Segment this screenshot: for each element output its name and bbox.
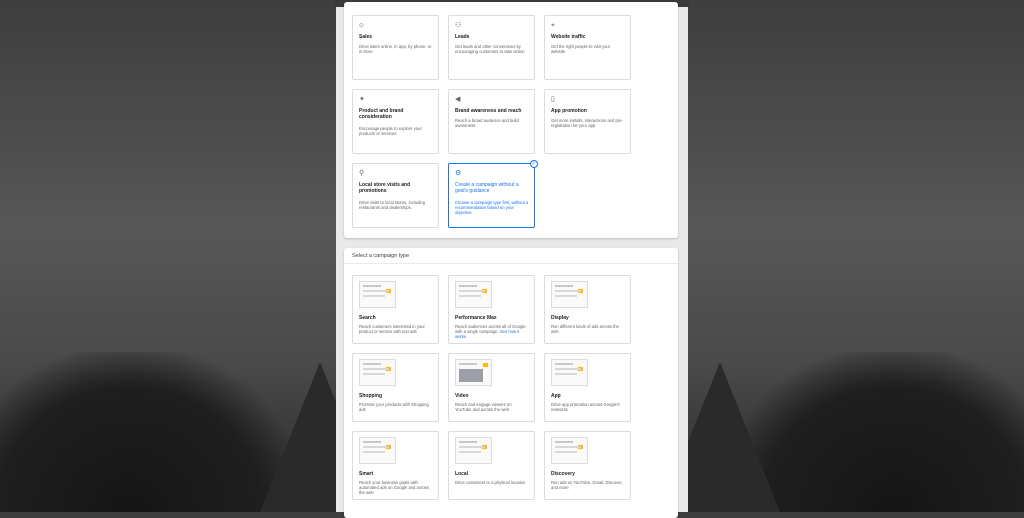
campaign-thumbnail: [455, 359, 492, 386]
goal-description: Get leads and other conversions by encou…: [455, 44, 525, 54]
goal-card-create-a-campaign-without-a-goal-s-guidance[interactable]: ⚙ Create a campaign without a goal's guid…: [448, 160, 538, 228]
description-text: Run ads on YouTube, Gmail, Discover, and…: [551, 480, 623, 490]
goal-card-app-promotion[interactable]: ▯ App promotion Get more installs, interac…: [544, 89, 631, 154]
campaign-type-title: Performance Max: [455, 315, 497, 321]
goal-card-local-store-visits-and-promotions[interactable]: ⚲ Local store visits and promotions Drive …: [352, 163, 439, 228]
campaign-thumbnail: [551, 359, 588, 386]
gear-icon: ⚙: [455, 170, 462, 177]
goal-card-leads[interactable]: ⚇ Leads Get leads and other conversions by…: [448, 15, 535, 80]
campaign-type-video[interactable]: Video Reach and engage viewers on YouTube…: [448, 353, 535, 422]
campaign-type-description: Drive app promotion across Google's netw…: [551, 402, 625, 412]
goal-description: Encourage people to explore your product…: [359, 126, 422, 136]
description-text: Drive app promotion across Google's netw…: [551, 402, 620, 412]
campaign-type-description: Run different kinds of ads across the we…: [551, 324, 625, 334]
goal-title: Sales: [359, 34, 373, 40]
campaign-type-title: Display: [551, 315, 569, 321]
goal-description: Drive visits to local stores, including …: [359, 200, 426, 210]
campaign-type-shopping[interactable]: Shopping Promote your products with Shopp…: [352, 353, 439, 422]
people-icon: ⚇: [455, 22, 462, 29]
campaign-type-description: Run ads on YouTube, Gmail, Discover, and…: [551, 480, 625, 490]
campaign-thumbnail: [551, 437, 588, 464]
background-tree-silhouette: [0, 352, 300, 512]
goal-description: Choose a campaign type first, without a …: [455, 200, 529, 215]
tag-icon: ⬦: [359, 22, 364, 29]
goal-title: Product and brand consideration: [359, 108, 404, 120]
campaign-thumbnail: [359, 281, 396, 308]
campaign-type-smart[interactable]: Smart Reach your business goals with auto…: [352, 431, 439, 500]
goal-card-sales[interactable]: ⬦ Sales Drive sales online, in app, by pho…: [352, 15, 439, 80]
campaign-type-panel: Select a campaign type Search Reach custo…: [344, 248, 678, 518]
goal-card-website-traffic[interactable]: ⌖ Website traffic Get the right people to …: [544, 15, 631, 80]
campaign-type-title: Search: [359, 315, 376, 321]
checkmark-icon: ✓: [530, 160, 538, 168]
campaign-type-description: Reach customers interested in your produ…: [359, 324, 433, 334]
location-pin-icon: ⚲: [359, 170, 365, 177]
campaign-type-performance-max[interactable]: Performance Max Reach audiences across al…: [448, 275, 535, 344]
goal-title: Website traffic: [551, 34, 586, 40]
campaign-type-description: Reach audiences across all of Google wit…: [455, 324, 529, 339]
description-text: Reach and engage viewers on YouTube and …: [455, 402, 512, 412]
goal-description: Drive sales online, in app, by phone, or…: [359, 44, 432, 54]
campaign-type-description: Drive customers to a physical location: [455, 480, 529, 485]
goal-selection-panel: ⬦ Sales Drive sales online, in app, by pho…: [344, 2, 678, 238]
campaign-thumbnail: [455, 437, 492, 464]
megaphone-icon: ◀: [455, 96, 461, 103]
campaign-type-title: Smart: [359, 471, 374, 477]
campaign-thumbnail: [455, 281, 492, 308]
campaign-type-title: Local: [455, 471, 469, 477]
goal-title: App promotion: [551, 108, 587, 114]
divider: [344, 263, 678, 264]
campaign-thumbnail: [359, 437, 396, 464]
goal-card-brand-awareness-and-reach[interactable]: ◀ Brand awareness and reach Reach a broad …: [448, 89, 535, 154]
campaign-type-title: Video: [455, 393, 469, 399]
description-text: Promote your products with Shopping ads: [359, 402, 429, 412]
campaign-thumbnail: [359, 359, 396, 386]
campaign-type-title: App: [551, 393, 561, 399]
campaign-type-title: Shopping: [359, 393, 383, 399]
campaign-type-description: Reach your business goals with automated…: [359, 480, 433, 495]
sparkle-icon: ✦: [359, 96, 365, 103]
goal-description: Get the right people to visit your websi…: [551, 44, 611, 54]
phone-icon: ▯: [551, 96, 555, 103]
goal-title: Create a campaign without a goal's guida…: [455, 182, 519, 194]
goal-title: Leads: [455, 34, 470, 40]
goal-title: Brand awareness and reach: [455, 108, 522, 114]
campaign-type-description: Reach and engage viewers on YouTube and …: [455, 402, 529, 412]
campaign-thumbnail: [551, 281, 588, 308]
campaign-type-search[interactable]: Search Reach customers interested in your…: [352, 275, 439, 344]
description-text: Reach your business goals with automated…: [359, 480, 429, 495]
campaign-type-display[interactable]: Display Run different kinds of ads across…: [544, 275, 631, 344]
cursor-icon: ⌖: [551, 22, 555, 29]
campaign-type-discovery[interactable]: Discovery Run ads on YouTube, Gmail, Disc…: [544, 431, 631, 500]
goal-title: Local store visits and promotions: [359, 182, 411, 194]
description-text: Run different kinds of ads across the we…: [551, 324, 619, 334]
campaign-type-title: Discovery: [551, 471, 575, 477]
campaign-type-app[interactable]: App Drive app promotion across Google's n…: [544, 353, 631, 422]
campaign-type-local[interactable]: Local Drive customers to a physical locat…: [448, 431, 535, 500]
campaign-type-description: Promote your products with Shopping ads: [359, 402, 433, 412]
goal-description: Reach a broad audience and build awarene…: [455, 118, 519, 128]
goal-description: Get more installs, interactions and pre-…: [551, 118, 623, 128]
description-text: Drive customers to a physical location: [455, 480, 526, 485]
section-title: Select a campaign type: [352, 253, 410, 259]
goal-card-product-and-brand-consideration[interactable]: ✦ Product and brand consideration Encourag…: [352, 89, 439, 154]
description-text: Reach customers interested in your produ…: [359, 324, 425, 334]
